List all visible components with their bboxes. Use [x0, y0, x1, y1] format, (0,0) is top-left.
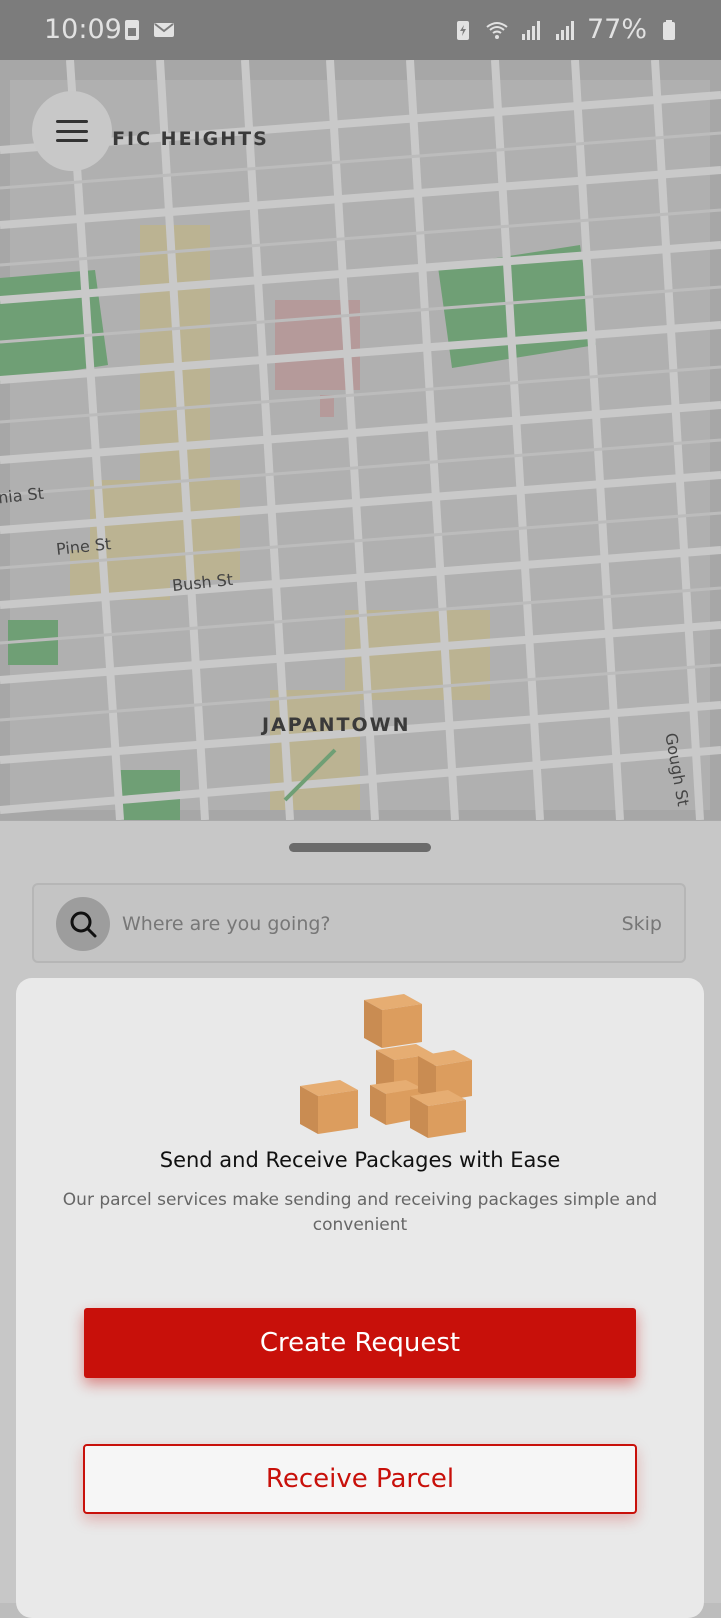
battery-icon [663, 19, 675, 40]
parcel-card: Send and Receive Packages with Ease Our … [16, 978, 704, 1618]
search-input[interactable]: Where are you going? Skip [32, 883, 686, 963]
card-subtitle: Our parcel services make sending and rec… [62, 1190, 658, 1235]
skip-button[interactable]: Skip [622, 913, 662, 935]
map-label-district: IFIC HEIGHTS [103, 128, 269, 150]
map-view[interactable]: IFIC HEIGHTS JAPANTOWN nia St Pine St Bu… [0, 60, 721, 820]
battery-saver-icon [456, 20, 469, 40]
status-time: 10:09 [44, 14, 122, 45]
menu-button[interactable] [32, 91, 112, 171]
signal-icon [555, 20, 574, 40]
card-title: Send and Receive Packages with Ease [159, 1148, 561, 1172]
battery-percentage: 77% [586, 14, 647, 45]
create-request-button[interactable]: Create Request [84, 1308, 636, 1378]
map-label-district: JAPANTOWN [262, 714, 411, 736]
hamburger-icon [56, 120, 88, 142]
sim-icon [125, 20, 139, 40]
receive-parcel-button[interactable]: Receive Parcel [83, 1444, 637, 1514]
mail-icon [154, 23, 174, 37]
search-placeholder: Where are you going? [122, 913, 331, 935]
wifi-icon [486, 21, 508, 39]
map-graphic [0, 60, 721, 820]
parcel-boxes-illustration [300, 994, 472, 1138]
status-system-icons: 77% [451, 14, 681, 45]
signal-icon [521, 20, 540, 40]
status-bar: 10:09 77% [0, 0, 721, 60]
status-notification-icons [120, 18, 176, 42]
search-icon[interactable] [56, 897, 110, 951]
drag-handle[interactable] [289, 843, 431, 852]
